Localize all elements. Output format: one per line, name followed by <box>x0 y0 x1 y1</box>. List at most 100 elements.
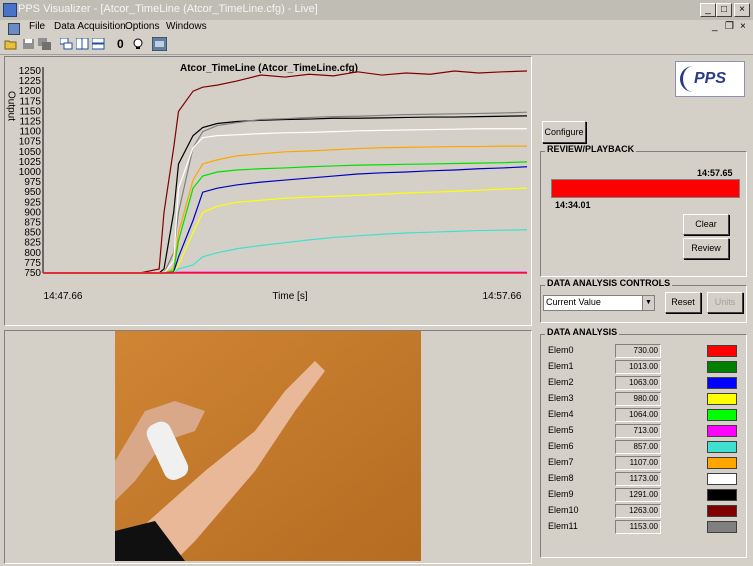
element-name: Elem10 <box>548 505 579 515</box>
right-panel: PPS Configure REVIEW/PLAYBACK 14:57.65 1… <box>536 56 749 562</box>
maximize-button[interactable]: □ <box>716 3 732 17</box>
y-axis-label-text: Output <box>6 91 17 121</box>
reset-button[interactable]: Reset <box>665 292 701 313</box>
document-icon[interactable] <box>8 23 20 35</box>
chart-panel: Atcor_TimeLine (Atcor_TimeLine.cfg) Outp… <box>4 56 532 326</box>
element-name: Elem3 <box>548 393 574 403</box>
logo-arc-icon <box>680 66 693 92</box>
element-value: 1107.00 <box>615 456 661 470</box>
series-line-5 <box>43 161 528 274</box>
element-color-swatch[interactable] <box>707 393 737 405</box>
series-line-3 <box>43 128 527 274</box>
menu-file[interactable]: File <box>29 21 45 32</box>
clear-button[interactable]: Clear <box>683 214 729 235</box>
video-frame <box>115 331 421 561</box>
element-name: Elem2 <box>548 377 574 387</box>
mdi-minimize-button[interactable]: _ <box>712 21 718 32</box>
mdi-close-button[interactable]: × <box>740 21 746 32</box>
element-color-swatch[interactable] <box>707 489 737 501</box>
series-line-7 <box>43 187 528 274</box>
element-value: 1064.00 <box>615 408 661 422</box>
series-line-6 <box>43 166 528 274</box>
element-name: Elem4 <box>548 409 574 419</box>
cascade-windows-icon[interactable] <box>60 38 73 50</box>
element-name: Elem8 <box>548 473 574 483</box>
analysis-mode-value: Current Value <box>546 297 601 307</box>
zero-icon[interactable]: 0 <box>117 37 124 51</box>
review-end-time: 14:57.65 <box>697 168 733 178</box>
review-start-time: 14:34.01 <box>555 200 591 210</box>
save-icon[interactable] <box>22 38 35 50</box>
tile-vertical-icon[interactable] <box>76 38 89 50</box>
element-color-swatch[interactable] <box>707 377 737 389</box>
menu-bar: File Data Acquisition Options Windows _ … <box>0 20 753 36</box>
element-name: Elem5 <box>548 425 574 435</box>
element-color-swatch[interactable] <box>707 521 737 533</box>
element-name: Elem6 <box>548 441 574 451</box>
y-axis-label: Output <box>6 91 17 121</box>
toolbar: 0 <box>0 36 753 55</box>
series-line-1 <box>43 115 528 274</box>
pps-logo: PPS <box>675 61 745 97</box>
analysis-mode-select[interactable]: Current Value ▼ <box>543 295 655 311</box>
x-tick-label-end: 14:57.66 <box>483 291 522 302</box>
element-value: 1013.00 <box>615 360 661 374</box>
data-analysis-controls-title: DATA ANALYSIS CONTROLS <box>545 278 673 288</box>
element-color-swatch[interactable] <box>707 345 737 357</box>
menu-windows[interactable]: Windows <box>166 21 207 32</box>
element-color-swatch[interactable] <box>707 473 737 485</box>
close-button[interactable]: × <box>734 3 750 17</box>
lightbulb-icon[interactable] <box>132 38 145 50</box>
video-panel <box>4 330 532 564</box>
timeline-chart: Atcor_TimeLine (Atcor_TimeLine.cfg) Outp… <box>6 63 528 302</box>
menu-data-acquisition[interactable]: Data Acquisition <box>54 21 126 32</box>
data-analysis-title: DATA ANALYSIS <box>545 327 620 337</box>
element-color-swatch[interactable] <box>707 409 737 421</box>
element-value: 1173.00 <box>615 472 661 486</box>
element-value: 730.00 <box>615 344 661 358</box>
series-line-2 <box>43 111 528 274</box>
chart-title: Atcor_TimeLine (Atcor_TimeLine.cfg) <box>180 63 358 74</box>
element-name: Elem0 <box>548 345 574 355</box>
element-value: 857.00 <box>615 440 661 454</box>
units-button[interactable]: Units <box>707 292 743 313</box>
element-color-swatch[interactable] <box>707 505 737 517</box>
review-progress-fill <box>552 180 739 197</box>
menu-options[interactable]: Options <box>125 21 159 32</box>
review-playback-group: REVIEW/PLAYBACK 14:57.65 14:34.01 Clear … <box>540 144 747 277</box>
review-button[interactable]: Review <box>683 238 729 259</box>
minimize-button[interactable]: _ <box>700 3 716 17</box>
element-value: 713.00 <box>615 424 661 438</box>
configure-button[interactable]: Configure <box>542 121 586 143</box>
element-color-swatch[interactable] <box>707 361 737 373</box>
chevron-down-icon[interactable]: ▼ <box>642 296 654 310</box>
element-name: Elem11 <box>548 521 578 531</box>
app-icon <box>3 3 17 17</box>
element-name: Elem7 <box>548 457 574 467</box>
record-icon[interactable] <box>152 37 167 51</box>
review-playback-title: REVIEW/PLAYBACK <box>545 144 637 154</box>
pps-logo-text: PPS <box>694 70 727 87</box>
element-value: 980.00 <box>615 392 661 406</box>
tile-horizontal-icon[interactable] <box>92 38 105 50</box>
element-color-swatch[interactable] <box>707 425 737 437</box>
x-tick-label-start: 14:47.66 <box>44 291 83 302</box>
element-value: 1063.00 <box>615 376 661 390</box>
window-title: PPS Visualizer - [Atcor_TimeLine (Atcor_… <box>18 3 318 15</box>
y-tick-label: 750 <box>24 268 41 279</box>
x-axis-label: Time [s] <box>272 291 307 302</box>
element-color-swatch[interactable] <box>707 441 737 453</box>
review-progress-track[interactable] <box>551 179 740 198</box>
series-line-8 <box>43 229 528 274</box>
mdi-restore-button[interactable]: ❐ <box>725 21 734 32</box>
element-name: Elem1 <box>548 361 574 371</box>
save-all-icon[interactable] <box>38 38 51 50</box>
series-line-4 <box>43 145 527 274</box>
data-analysis-group: DATA ANALYSIS Elem0 730.00 Elem1 1013.00 Ele… <box>540 327 747 558</box>
element-color-swatch[interactable] <box>707 457 737 469</box>
element-value: 1263.00 <box>615 504 661 518</box>
element-value: 1153.00 <box>615 520 661 534</box>
title-bar: PPS Visualizer - [Atcor_TimeLine (Atcor_… <box>0 0 753 20</box>
open-folder-icon[interactable] <box>4 38 17 50</box>
element-value: 1291.00 <box>615 488 661 502</box>
